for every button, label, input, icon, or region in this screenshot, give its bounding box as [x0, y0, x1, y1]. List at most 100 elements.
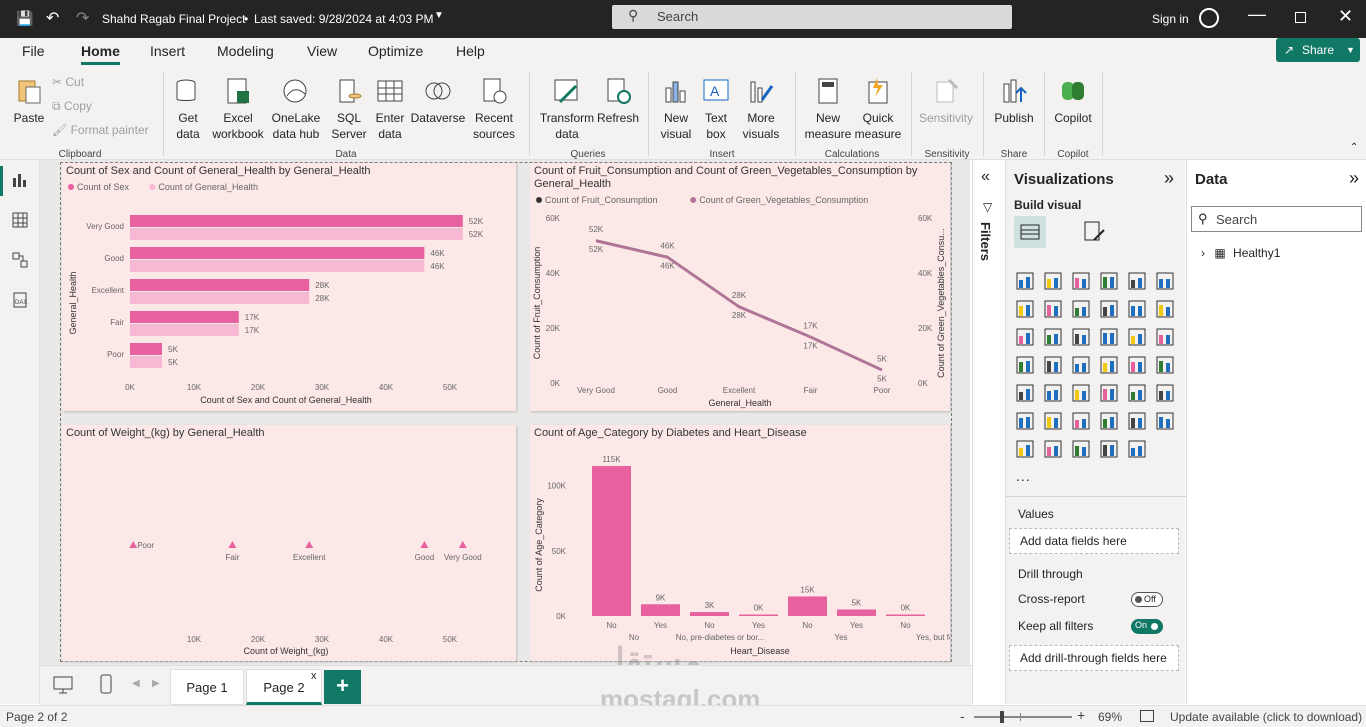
account-icon[interactable] — [1199, 8, 1219, 28]
zoom-slider-thumb[interactable] — [1000, 711, 1004, 723]
table-icon[interactable] — [1100, 384, 1118, 402]
enter-data-button[interactable]: Enter data — [372, 76, 408, 142]
transform-data-button[interactable]: Transform data — [536, 76, 598, 142]
desktop-layout-icon[interactable] — [53, 676, 73, 694]
more-options-icon[interactable]: ... — [1016, 468, 1031, 484]
onelake-button[interactable]: OneLake data hub — [268, 76, 324, 142]
redo-icon[interactable]: ↷ — [76, 8, 89, 28]
waterfall-icon[interactable] — [1044, 328, 1062, 346]
zoom-in-button[interactable]: + — [1077, 707, 1085, 723]
gauge-icon[interactable] — [1128, 356, 1146, 374]
tab-optimize[interactable]: Optimize — [368, 43, 423, 59]
multi-row-card-icon[interactable] — [1016, 384, 1034, 402]
page-tab-page1[interactable]: Page 1 — [170, 669, 244, 705]
treemap-icon[interactable] — [1016, 356, 1034, 374]
card-icon[interactable] — [1156, 356, 1174, 374]
values-drop-zone[interactable]: Add data fields here — [1009, 528, 1179, 554]
key-influencers-icon[interactable] — [1044, 412, 1062, 430]
tab-modeling[interactable]: Modeling — [217, 43, 274, 59]
arcgis-icon[interactable] — [1072, 440, 1090, 458]
clustered-column-icon[interactable] — [1100, 272, 1118, 290]
ribbon-icon[interactable] — [1100, 300, 1118, 318]
expand-chevron-icon[interactable]: « — [981, 168, 990, 186]
cut-button[interactable]: ✂ Cut — [52, 74, 84, 90]
azure-map-icon[interactable] — [1100, 356, 1118, 374]
trophy-icon[interactable] — [1156, 412, 1174, 430]
power-apps-icon[interactable] — [1044, 440, 1062, 458]
collapse-chevron-icon[interactable]: » — [1164, 168, 1174, 189]
keep-filters-toggle[interactable]: On — [1131, 619, 1163, 634]
metrics-icon[interactable] — [1128, 440, 1146, 458]
scroll-left-icon[interactable]: ◀ — [132, 678, 140, 689]
line-icon[interactable] — [1016, 300, 1034, 318]
map-icon[interactable] — [1044, 356, 1062, 374]
visual-bar-general-health[interactable]: Count of Sex and Count of General_Health… — [62, 163, 516, 411]
100-bar-icon[interactable] — [1128, 272, 1146, 290]
publish-button[interactable]: Publish — [990, 76, 1038, 126]
new-measure-button[interactable]: New measure — [802, 76, 854, 142]
fit-to-page-icon[interactable] — [1140, 710, 1154, 722]
add-page-button[interactable]: + — [324, 670, 361, 704]
sign-in-link[interactable]: Sign in — [1152, 12, 1189, 26]
zoom-out-button[interactable]: - — [960, 708, 965, 724]
slicer-icon[interactable] — [1072, 384, 1090, 402]
collapse-ribbon-icon[interactable]: ⌃ — [1350, 142, 1358, 153]
clustered-bar-icon[interactable] — [1072, 272, 1090, 290]
tab-home[interactable]: Home — [81, 43, 120, 65]
python-icon[interactable] — [1016, 412, 1034, 430]
paste-button[interactable]: Paste — [10, 76, 48, 126]
mobile-layout-icon[interactable] — [100, 674, 112, 694]
funnel-icon[interactable] — [1072, 328, 1090, 346]
waterfall-line-icon[interactable] — [1128, 300, 1146, 318]
model-view-icon[interactable] — [12, 252, 28, 268]
table-view-icon[interactable] — [12, 212, 28, 228]
cross-report-toggle[interactable]: Off — [1131, 592, 1163, 607]
power-automate-icon[interactable] — [1100, 440, 1118, 458]
decomposition-tree-icon[interactable] — [1072, 412, 1090, 430]
data-search-input[interactable]: ⚲ Search — [1191, 206, 1362, 232]
recent-sources-button[interactable]: Recent sources — [466, 76, 522, 142]
update-link[interactable]: Update available (click to download) — [1170, 710, 1362, 724]
undo-icon[interactable]: ↶ — [46, 8, 59, 28]
refresh-button[interactable]: Refresh — [596, 76, 640, 126]
stacked-bar-icon[interactable] — [1016, 272, 1034, 290]
table-item-healthy1[interactable]: › ▦ Healthy1 — [1201, 246, 1280, 260]
sensitivity-button[interactable]: Sensitivity — [916, 76, 976, 126]
tab-view[interactable]: View — [307, 43, 337, 59]
sql-server-button[interactable]: SQL Server — [330, 76, 368, 142]
area-icon[interactable] — [1044, 300, 1062, 318]
build-visual-tab[interactable] — [1014, 216, 1046, 248]
close-page-icon[interactable]: x — [311, 670, 317, 682]
copy-button[interactable]: ⧉ Copy — [52, 98, 92, 114]
last-saved[interactable]: Last saved: 9/28/2024 at 4:03 PM — [254, 12, 433, 26]
report-view-icon[interactable] — [12, 172, 28, 188]
share-button[interactable]: ↗ Share ▼ — [1276, 38, 1360, 62]
dataverse-button[interactable]: Dataverse — [410, 76, 466, 126]
visual-line-consumption[interactable]: Count of Fruit_Consumption and Count of … — [530, 163, 950, 411]
scatter-icon[interactable] — [1100, 328, 1118, 346]
stacked-area-icon[interactable] — [1072, 300, 1090, 318]
maximize-icon[interactable] — [1295, 12, 1306, 23]
quick-measure-button[interactable]: Quick measure — [852, 76, 904, 142]
tab-file[interactable]: File — [22, 43, 45, 59]
more-visuals-button[interactable]: More visuals — [736, 76, 786, 142]
excel-workbook-button[interactable]: Excel workbook — [210, 76, 266, 142]
narrative-icon[interactable] — [1128, 412, 1146, 430]
pie-icon[interactable] — [1128, 328, 1146, 346]
donut-icon[interactable] — [1156, 328, 1174, 346]
get-data-button[interactable]: Get data — [168, 76, 208, 142]
line-stacked-icon[interactable] — [1016, 328, 1034, 346]
filters-pane-collapsed[interactable]: « ▽ Filters — [972, 160, 1004, 704]
zoom-slider[interactable] — [974, 716, 1072, 718]
copilot-button[interactable]: Copilot — [1050, 76, 1096, 126]
r-visual-icon[interactable] — [1156, 384, 1174, 402]
stacked-column-icon[interactable] — [1044, 272, 1062, 290]
search-box[interactable]: ⚲ Search — [612, 5, 1012, 29]
tab-insert[interactable]: Insert — [150, 43, 185, 59]
filled-map-icon[interactable] — [1072, 356, 1090, 374]
format-painter-button[interactable]: 🖌 Format painter — [52, 122, 149, 138]
new-visual-button[interactable]: New visual — [656, 76, 696, 142]
scroll-right-icon[interactable]: ▶ — [152, 678, 160, 689]
paginated-icon[interactable] — [1016, 440, 1034, 458]
collapse-chevron-icon[interactable]: » — [1349, 168, 1359, 189]
